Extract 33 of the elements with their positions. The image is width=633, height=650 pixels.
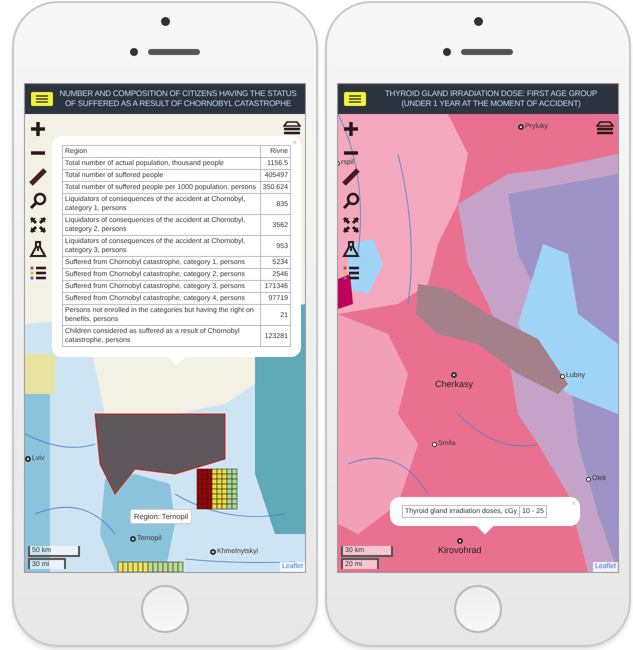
menu-button[interactable] (31, 92, 53, 106)
menu-button[interactable] (344, 92, 366, 106)
camera-icon (474, 17, 482, 26)
search-icon[interactable] (342, 192, 360, 210)
menu-icon (36, 95, 48, 103)
ruler-icon[interactable] (29, 168, 47, 186)
fullscreen-icon[interactable] (29, 216, 47, 234)
layers-icon[interactable] (596, 118, 614, 136)
speaker-icon (461, 49, 513, 55)
sensor-icon (443, 48, 451, 56)
speaker-icon (148, 49, 200, 55)
place-label: Cherkasy (435, 378, 474, 391)
plus-icon[interactable] (29, 120, 47, 138)
city-marker-icon (560, 374, 565, 379)
city-marker-icon (586, 476, 591, 482)
legend-icon[interactable] (29, 264, 47, 282)
legend-icon[interactable] (342, 264, 360, 282)
flask-icon[interactable] (342, 240, 360, 258)
close-button[interactable]: × (571, 498, 576, 510)
flask-icon[interactable] (29, 240, 47, 258)
close-button[interactable]: × (292, 137, 297, 149)
menu-icon (349, 95, 361, 103)
search-icon[interactable] (29, 192, 47, 210)
layers-icon[interactable] (283, 118, 301, 136)
camera-icon (160, 17, 170, 26)
map-title: NUMBER AND COMPOSITION OF CITIZENS HAVING THE STATUS OF SUFFERED AS A RESULT OF CHORNOBYL CATASTROPHE (58, 89, 298, 109)
map-title: THYROID GLAND IRRADIATION DOSE: FIRST AGE GROUP (UNDER 1 YEAR AT THE MOMENT OF ACCIDENT) (384, 89, 598, 109)
sensor-icon (130, 48, 138, 56)
ruler-icon[interactable] (342, 168, 360, 186)
city-marker-icon (432, 442, 437, 447)
plus-icon[interactable] (342, 120, 360, 138)
fullscreen-icon[interactable] (342, 216, 360, 234)
place-label: Kirovohrad (438, 544, 482, 557)
